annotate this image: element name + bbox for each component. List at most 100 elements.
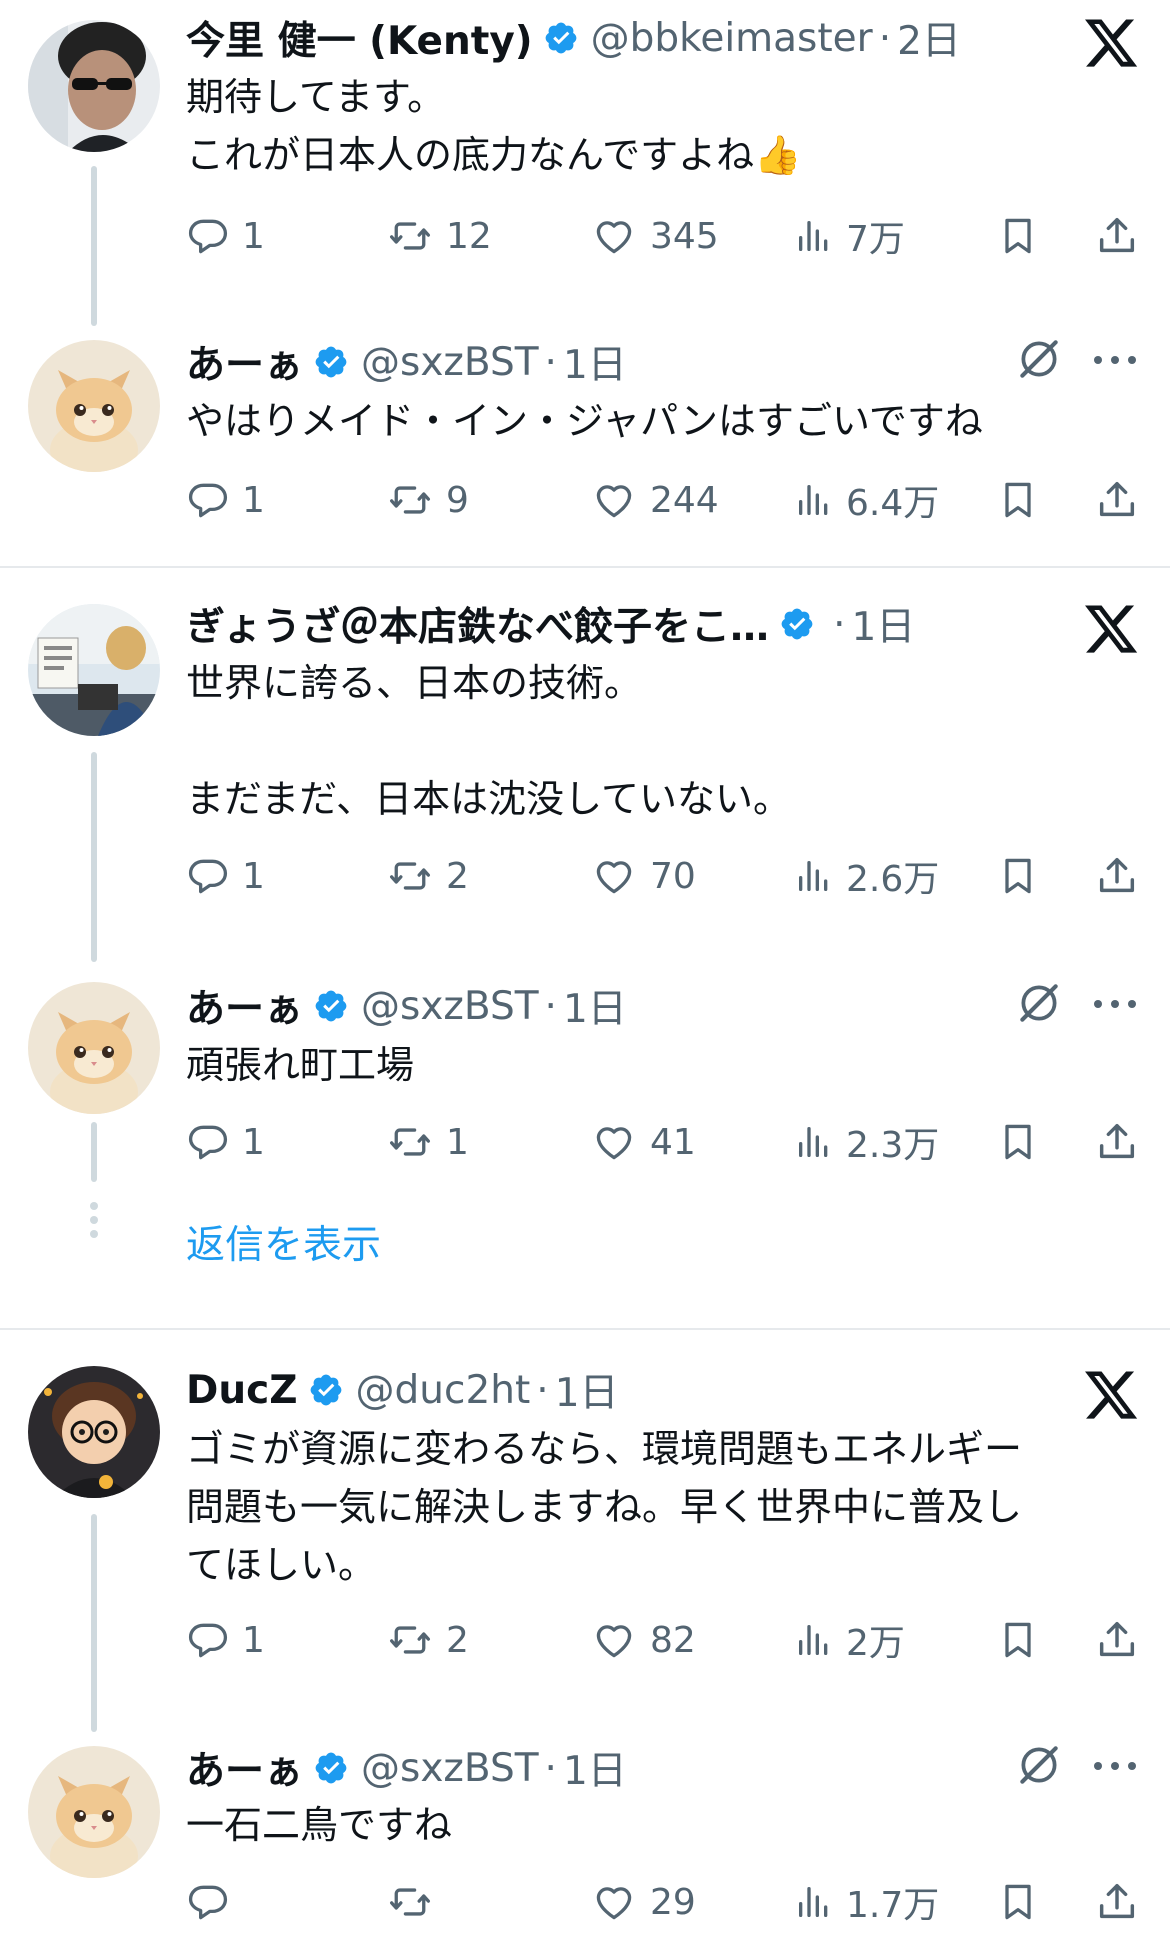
like-icon — [596, 485, 632, 518]
repost-button[interactable] — [386, 1872, 446, 1932]
like-icon — [596, 861, 632, 894]
separator-dot: · — [544, 983, 557, 1029]
share-icon — [1099, 1883, 1135, 1919]
views-button[interactable]: 2万 — [794, 1610, 905, 1670]
verified-badge-icon — [313, 1750, 349, 1786]
views-icon — [799, 1625, 828, 1655]
reply-button[interactable]: 1 — [186, 470, 265, 530]
x-logo-icon[interactable] — [1082, 600, 1140, 658]
bookmark-icon — [1005, 1884, 1031, 1920]
handle[interactable]: @sxzBST — [361, 1746, 539, 1791]
timestamp[interactable]: 1日 — [563, 1740, 627, 1796]
handle[interactable]: @sxzBST — [361, 984, 539, 1029]
display-name[interactable]: DucZ — [186, 1368, 298, 1413]
share-button[interactable] — [1094, 470, 1140, 530]
reply-icon — [188, 859, 228, 894]
more-icon[interactable] — [1090, 994, 1140, 1014]
bookmark-button[interactable] — [996, 206, 1040, 266]
x-logo-icon[interactable] — [1082, 1366, 1140, 1424]
views-button[interactable]: 6.4万 — [794, 470, 939, 530]
reply-button[interactable]: 1 — [186, 1112, 265, 1172]
bookmark-button[interactable] — [996, 1112, 1040, 1172]
separator-dot: · — [544, 339, 557, 385]
repost-button[interactable]: 9 — [386, 470, 469, 530]
timestamp[interactable]: 1日 — [563, 978, 627, 1034]
views-button[interactable]: 2.3万 — [794, 1112, 939, 1172]
repost-icon — [390, 862, 430, 890]
post-header: あーぁ @sxzBST · 1日 — [186, 334, 627, 390]
repost-button[interactable]: 12 — [386, 206, 492, 266]
like-button[interactable]: 70 — [590, 846, 696, 906]
post-reply-sxzbst[interactable]: あーぁ @sxzBST · 1日 一石二鳥ですね 29 1.7万 — [0, 1736, 1170, 1936]
views-button[interactable]: 1.7万 — [794, 1872, 939, 1932]
share-button[interactable] — [1094, 1610, 1140, 1670]
thread-line — [91, 1122, 97, 1182]
avatar[interactable] — [28, 982, 160, 1114]
like-button[interactable]: 244 — [590, 470, 719, 530]
reply-button[interactable]: 1 — [186, 846, 265, 906]
show-replies-link[interactable]: 返信を表示 — [186, 1214, 381, 1270]
bookmark-button[interactable] — [996, 1872, 1040, 1932]
post-text: 世界に誇る、日本の技術。 まだまだ、日本は沈没していない。 — [186, 661, 791, 821]
display-name[interactable]: 今里 健一 (Kenty) — [186, 10, 533, 66]
like-button[interactable]: 82 — [590, 1610, 696, 1670]
timestamp[interactable]: 1日 — [851, 596, 915, 652]
like-count: 345 — [650, 215, 719, 257]
reply-count: 1 — [242, 1121, 265, 1163]
share-button[interactable] — [1094, 1872, 1140, 1932]
grok-icon[interactable] — [1014, 978, 1064, 1028]
views-count: 2.6万 — [846, 859, 940, 900]
post-kenty[interactable]: 今里 健一 (Kenty) @bbkeimaster · 2日 期待してます。 … — [0, 0, 1170, 326]
post-gyouza[interactable]: ぎょうざ＠本店鉄なべ餃子をこ… · 1日 世界に誇る、日本の技術。 まだまだ、日… — [0, 590, 1170, 970]
reply-button[interactable]: 1 — [186, 1610, 265, 1670]
timestamp[interactable]: 1日 — [555, 1362, 619, 1418]
reply-icon — [188, 1885, 228, 1920]
grok-icon[interactable] — [1014, 334, 1064, 384]
reply-button[interactable]: 1 — [186, 206, 265, 266]
x-logo-icon[interactable] — [1082, 14, 1140, 72]
like-button[interactable]: 41 — [590, 1112, 696, 1172]
display-name[interactable]: あーぁ — [186, 334, 303, 390]
timestamp[interactable]: 2日 — [897, 10, 961, 66]
like-button[interactable]: 345 — [590, 206, 719, 266]
like-count: 41 — [650, 1121, 696, 1163]
post-ducz[interactable]: DucZ @duc2ht · 1日 ゴミが資源に変わるなら、環境問題もエネルギー… — [0, 1352, 1170, 1732]
grok-icon[interactable] — [1014, 1740, 1064, 1790]
post-reply-sxzbst[interactable]: あーぁ @sxzBST · 1日 やはりメイド・イン・ジャパンはすごいですね 1… — [0, 330, 1170, 560]
avatar[interactable] — [28, 604, 160, 736]
avatar[interactable] — [28, 1366, 160, 1498]
verified-badge-icon — [313, 988, 349, 1024]
share-button[interactable] — [1094, 1112, 1140, 1172]
like-icon — [596, 221, 632, 254]
bookmark-button[interactable] — [996, 470, 1040, 530]
repost-count: 2 — [446, 855, 469, 897]
avatar[interactable] — [28, 340, 160, 472]
bookmark-button[interactable] — [996, 846, 1040, 906]
handle[interactable]: @sxzBST — [361, 340, 539, 385]
share-button[interactable] — [1094, 846, 1140, 906]
display-name[interactable]: あーぁ — [186, 978, 303, 1034]
repost-count: 12 — [446, 215, 492, 257]
repost-button[interactable]: 2 — [386, 1610, 469, 1670]
display-name[interactable]: ぎょうざ＠本店鉄なべ餃子をこ… — [186, 596, 769, 652]
share-button[interactable] — [1094, 206, 1140, 266]
views-button[interactable]: 7万 — [794, 206, 905, 266]
more-icon[interactable] — [1090, 350, 1140, 370]
avatar[interactable] — [28, 1746, 160, 1878]
repost-button[interactable]: 1 — [386, 1112, 469, 1172]
views-icon — [799, 1887, 828, 1917]
handle[interactable]: @bbkeimaster — [591, 16, 873, 61]
post-reply-sxzbst[interactable]: あーぁ @sxzBST · 1日 頑張れ町工場 1 1 41 2.3万 返信を表… — [0, 974, 1170, 1268]
action-bar: 1 2 70 2.6万 — [186, 846, 1146, 906]
timestamp[interactable]: 1日 — [563, 334, 627, 390]
avatar[interactable] — [28, 20, 160, 152]
reply-count: 1 — [242, 855, 265, 897]
more-icon[interactable] — [1090, 1756, 1140, 1776]
like-button[interactable]: 29 — [590, 1872, 696, 1932]
handle[interactable]: @duc2ht — [356, 1368, 531, 1413]
views-button[interactable]: 2.6万 — [794, 846, 939, 906]
reply-button[interactable] — [186, 1872, 242, 1932]
bookmark-button[interactable] — [996, 1610, 1040, 1670]
display-name[interactable]: あーぁ — [186, 1740, 303, 1796]
repost-button[interactable]: 2 — [386, 846, 469, 906]
